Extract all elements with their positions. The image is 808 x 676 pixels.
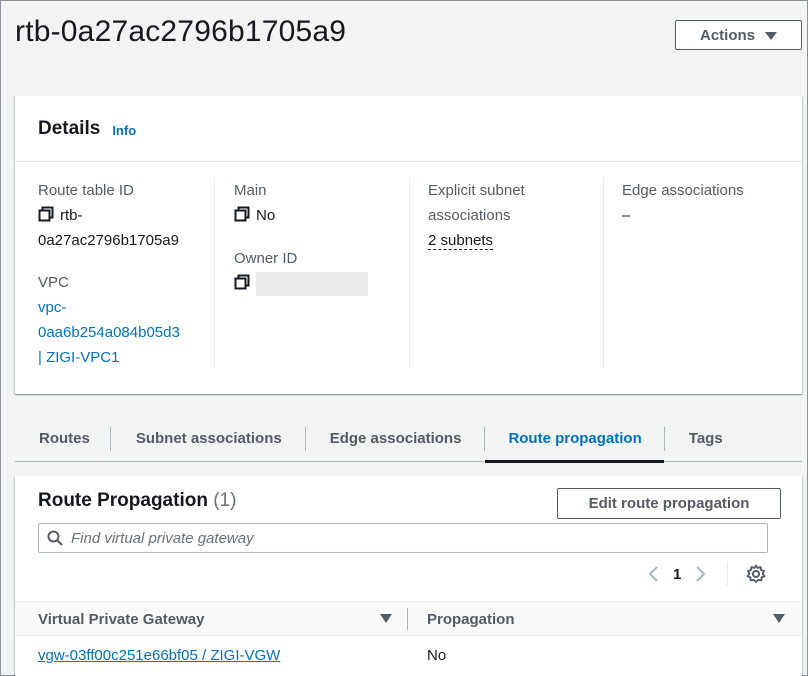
details-header: Details Info: [15, 96, 802, 162]
column-divider: [603, 178, 604, 368]
details-col-4: Edge associations –: [622, 178, 792, 368]
route-propagation-panel: Route Propagation (1) Edit route propaga…: [15, 476, 802, 676]
pagination-divider: [727, 562, 729, 586]
tab-subnet-associations[interactable]: Subnet associations: [111, 416, 305, 462]
copy-icon[interactable]: [234, 206, 250, 222]
table-header: Virtual Private Gateway Propagation: [15, 601, 802, 636]
main-value-text: No: [256, 207, 276, 224]
tab-bar: Routes Subnet associations Edge associat…: [15, 416, 802, 463]
explicit-subnet-label-line2: associations: [428, 207, 511, 224]
actions-button[interactable]: Actions: [675, 20, 802, 50]
page-title: rtb-0a27ac2796b1705a9: [15, 15, 347, 48]
route-table-id-line1: rtb-: [60, 207, 83, 224]
pagination: 1: [647, 562, 766, 586]
tab-edge-associations[interactable]: Edge associations: [306, 416, 485, 462]
copy-icon[interactable]: [234, 274, 250, 290]
vpc-link-line2[interactable]: 0aa6b254a084b05d3: [38, 320, 218, 345]
column-divider: [214, 178, 215, 368]
main-value: No: [234, 203, 404, 228]
column-divider: [409, 178, 410, 368]
tab-route-propagation[interactable]: Route propagation: [485, 416, 665, 463]
route-table-id-value: rtb-: [38, 203, 218, 228]
owner-id-label: Owner ID: [234, 250, 298, 267]
column-divider[interactable]: [407, 608, 408, 630]
copy-icon[interactable]: [38, 206, 54, 222]
chevron-right-icon[interactable]: [695, 565, 707, 583]
explicit-subnet-label-line1: Explicit subnet: [428, 182, 525, 199]
sort-icon[interactable]: [380, 614, 392, 623]
page-number[interactable]: 1: [673, 566, 681, 583]
details-col-1: Route table ID rtb- 0a27ac2796b1705a9 VP…: [38, 178, 218, 368]
search-icon: [47, 530, 63, 546]
search-box[interactable]: [38, 523, 768, 553]
info-link[interactable]: Info: [112, 123, 136, 138]
column-header-gateway[interactable]: Virtual Private Gateway: [38, 602, 204, 637]
tab-tags[interactable]: Tags: [665, 416, 743, 462]
tab-routes[interactable]: Routes: [15, 416, 110, 462]
details-columns: Route table ID rtb- 0a27ac2796b1705a9 VP…: [15, 178, 802, 378]
actions-label: Actions: [699, 26, 755, 44]
details-title: Details: [38, 117, 101, 139]
vpc-link-line3[interactable]: | ZIGI-VPC1: [38, 345, 218, 370]
propagation-value: No: [427, 646, 447, 664]
gear-icon[interactable]: [746, 564, 766, 584]
details-panel: Details Info Route table ID rtb- 0a27ac2…: [15, 96, 802, 394]
gateway-link[interactable]: vgw-03ff00c251e66bf05 / ZIGI-VGW: [38, 647, 280, 664]
chevron-left-icon[interactable]: [647, 565, 659, 583]
owner-id-value: [234, 271, 404, 297]
route-table-id-line2: 0a27ac2796b1705a9: [38, 232, 179, 249]
route-propagation-title: Route Propagation (1): [38, 490, 236, 512]
edit-route-propagation-button[interactable]: Edit route propagation: [557, 488, 781, 519]
details-col-3: Explicit subnet associations 2 subnets: [428, 178, 598, 368]
route-propagation-count: (1): [213, 490, 237, 511]
caret-down-icon: [765, 32, 777, 40]
edge-associations-label: Edge associations: [622, 182, 744, 199]
route-table-id-label: Route table ID: [38, 182, 134, 199]
redacted-owner-id: [256, 272, 368, 297]
vpc-link-line1[interactable]: vpc-: [38, 295, 218, 320]
table-row: vgw-03ff00c251e66bf05 / ZIGI-VGW No: [15, 637, 802, 673]
details-col-2: Main No Owner ID: [234, 178, 404, 368]
edge-associations-value: –: [622, 207, 631, 224]
main-label: Main: [234, 182, 267, 199]
vpc-label: VPC: [38, 274, 69, 291]
sort-icon[interactable]: [773, 614, 785, 623]
route-propagation-title-text: Route Propagation: [38, 490, 208, 511]
subnets-popover-link[interactable]: 2 subnets: [428, 232, 494, 250]
column-header-propagation[interactable]: Propagation: [427, 602, 515, 637]
search-input[interactable]: [71, 529, 767, 547]
